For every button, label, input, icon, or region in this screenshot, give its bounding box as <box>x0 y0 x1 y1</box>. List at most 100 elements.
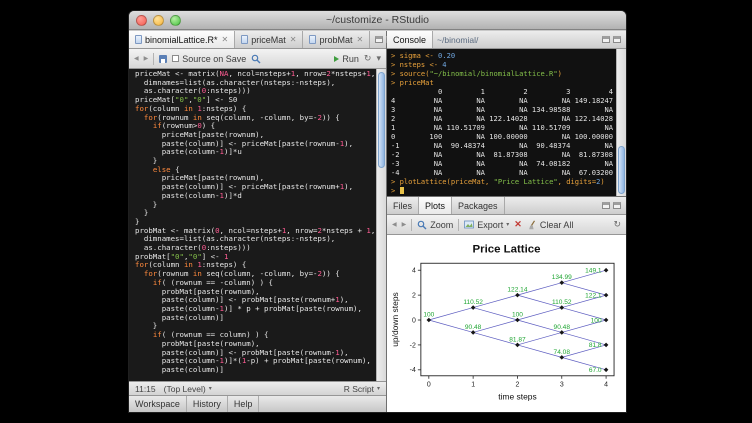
editor-tab-probmat[interactable]: probMat ✕ <box>303 31 370 48</box>
search-icon[interactable] <box>251 54 261 64</box>
source-on-save-toggle[interactable]: Source on Save <box>172 54 246 64</box>
close-tab-icon[interactable]: ✕ <box>289 36 297 44</box>
toolbar-divider <box>411 219 412 231</box>
cursor-position: 11:15 <box>135 384 156 394</box>
node-value-label: 149.1 <box>585 268 602 275</box>
x-tick-label: 0 <box>427 382 431 389</box>
maximize-pane-icon[interactable] <box>613 202 621 209</box>
chevron-down-icon: ▾ <box>209 385 212 392</box>
close-tab-icon[interactable]: ✕ <box>221 36 229 44</box>
node-value-label: 81.8 <box>589 342 602 349</box>
files-tabbar: Files Plots Packages <box>387 197 626 215</box>
minimize-pane-icon[interactable] <box>602 36 610 43</box>
console-output[interactable]: > sigma <- 0.20> nsteps <- 4> source("~/… <box>387 49 626 196</box>
x-tick-label: 4 <box>604 382 608 389</box>
tab-packages[interactable]: Packages <box>452 197 505 214</box>
forward-icon[interactable]: ▶ <box>144 55 149 62</box>
zoom-window-button[interactable] <box>170 15 181 26</box>
pane-controls <box>597 31 626 48</box>
node-value-label: 90.48 <box>465 324 482 331</box>
refresh-icon[interactable]: ↻ <box>613 220 621 230</box>
minimize-pane-icon[interactable] <box>375 36 383 43</box>
toolbar-divider <box>458 219 459 231</box>
minimize-window-button[interactable] <box>153 15 164 26</box>
lattice-edge <box>473 308 517 320</box>
console-text[interactable]: > sigma <- 0.20> nsteps <- 4> source("~/… <box>391 51 615 196</box>
tab-label: History <box>193 399 221 409</box>
run-button[interactable]: Run <box>334 54 359 64</box>
export-label: Export <box>477 220 503 230</box>
y-tick-label: -2 <box>410 342 416 349</box>
console-pane: Console ~/binomial/ > sigma <- 0.20> nst… <box>387 31 626 197</box>
console-scrollbar[interactable] <box>616 49 626 196</box>
console-tab-label: Console <box>393 35 426 45</box>
previous-plot-icon[interactable]: ◀ <box>392 221 397 228</box>
code-text[interactable]: priceMat <- matrix(NA, ncol=nsteps+1, nr… <box>135 70 375 381</box>
editor-tab-binomiallattice[interactable]: binomialLattice.R* ✕ <box>129 31 235 48</box>
file-type-selector[interactable]: R Script ▾ <box>344 384 380 394</box>
r-file-icon <box>135 35 142 44</box>
data-file-icon <box>309 35 316 44</box>
chevron-down-icon: ▾ <box>377 385 380 392</box>
source-on-save-checkbox[interactable] <box>172 55 179 62</box>
y-tick-label: -4 <box>410 367 416 374</box>
editor-tab-pricemat[interactable]: priceMat ✕ <box>235 31 303 48</box>
close-window-button[interactable] <box>136 15 147 26</box>
console-cursor <box>400 187 404 194</box>
scope-selector[interactable]: (Top Level) ▾ <box>164 384 212 394</box>
node-value-label: 100 <box>512 312 523 319</box>
right-column: Console ~/binomial/ > sigma <- 0.20> nst… <box>387 31 626 412</box>
tab-label: Plots <box>425 201 445 211</box>
zoom-button[interactable]: Zoom <box>417 220 453 230</box>
editor-tab-label: priceMat <box>251 35 286 45</box>
plot-area: Price Lattice01234-4-2024time stepsup/do… <box>387 235 626 413</box>
export-button[interactable]: Export ▾ <box>464 220 509 230</box>
main-content: binomialLattice.R* ✕ priceMat ✕ probMat … <box>129 31 626 412</box>
zoom-icon <box>417 220 427 230</box>
clear-all-button[interactable]: Clear All <box>527 220 574 230</box>
source-on-save-label: Source on Save <box>182 54 246 64</box>
lattice-node <box>604 268 609 273</box>
pane-controls <box>597 197 626 214</box>
console-scrollbar-thumb[interactable] <box>618 146 625 194</box>
window-title: ~/customize - RStudio <box>129 11 626 29</box>
lattice-edge <box>517 308 561 320</box>
console-working-directory: ~/binomial/ <box>433 31 478 48</box>
close-tab-icon[interactable]: ✕ <box>356 36 364 44</box>
x-axis-label: time steps <box>498 392 537 402</box>
clear-all-label: Clear All <box>540 220 574 230</box>
code-editor[interactable]: priceMat <- matrix(NA, ncol=nsteps+1, nr… <box>129 69 386 381</box>
tab-workspace[interactable]: Workspace <box>129 396 187 412</box>
tab-console[interactable]: Console <box>387 31 433 48</box>
back-icon[interactable]: ◀ <box>134 55 139 62</box>
window-titlebar[interactable]: ~/customize - RStudio <box>129 11 626 30</box>
rerun-icon[interactable]: ↻ <box>364 54 372 64</box>
tab-help[interactable]: Help <box>228 396 260 412</box>
editor-statusbar: 11:15 (Top Level) ▾ R Script ▾ <box>129 381 386 395</box>
tab-plots[interactable]: Plots <box>419 197 452 214</box>
node-value-label: 110.52 <box>552 299 572 306</box>
lattice-node <box>604 368 609 373</box>
minimize-pane-icon[interactable] <box>602 202 610 209</box>
node-value-label: 110.52 <box>463 299 483 306</box>
lattice-node <box>604 343 609 348</box>
node-value-label: 81.87 <box>509 336 526 343</box>
source-menu-icon[interactable]: ▾ <box>376 54 381 64</box>
maximize-pane-icon[interactable] <box>613 36 621 43</box>
file-type-label: R Script <box>344 384 374 394</box>
toolbar-divider <box>153 53 154 65</box>
rstudio-window: ~/customize - RStudio binomialLattice.R*… <box>128 10 627 413</box>
editor-tab-label: probMat <box>319 35 352 45</box>
node-value-label: 74.08 <box>554 349 571 356</box>
save-icon[interactable] <box>159 55 167 63</box>
tab-files[interactable]: Files <box>387 197 419 214</box>
node-value-label: 100 <box>591 317 602 324</box>
node-value-label: 122.14 <box>507 287 527 294</box>
next-plot-icon[interactable]: ▶ <box>402 221 407 228</box>
remove-plot-icon[interactable]: ✕ <box>514 220 522 229</box>
editor-scrollbar[interactable] <box>376 69 386 381</box>
tab-label: Files <box>393 201 412 211</box>
tab-history[interactable]: History <box>187 396 228 412</box>
x-tick-label: 1 <box>471 382 475 389</box>
editor-scrollbar-thumb[interactable] <box>378 72 385 168</box>
